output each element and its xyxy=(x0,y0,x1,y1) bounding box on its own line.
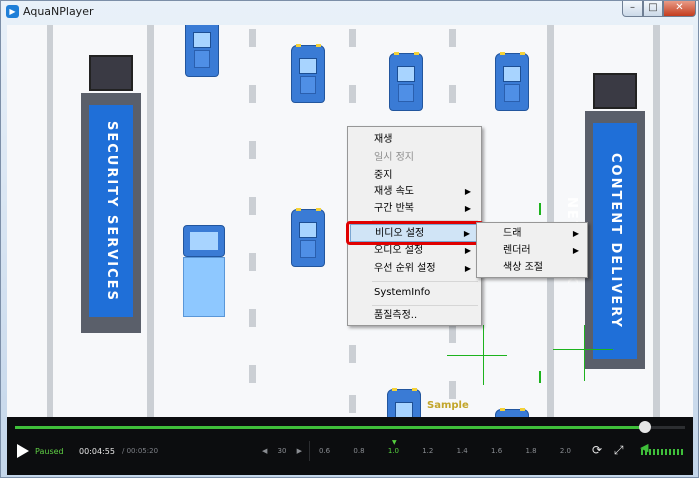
truck-left: SECURITY SERVICES xyxy=(81,55,141,333)
pickup-truck xyxy=(183,225,225,317)
menu-separator xyxy=(372,305,478,306)
crosshair xyxy=(584,325,585,381)
close-button[interactable]: ✕ xyxy=(663,1,696,17)
crosshair xyxy=(483,325,484,385)
menu-item-pause: 일시 정지 xyxy=(374,152,414,163)
submenu-arrow-icon: ▶ xyxy=(572,246,579,255)
car xyxy=(387,388,421,417)
maximize-button[interactable]: □ xyxy=(643,1,663,17)
app-icon: ▶ xyxy=(6,5,19,18)
truck-right: CONTENT DELIVERY NETWORK xyxy=(564,73,645,373)
crosshair xyxy=(553,349,613,350)
skip-control: ◀ 30 ▶ xyxy=(262,447,302,455)
skip-back-icon[interactable]: ◀ xyxy=(262,447,267,455)
submenu-arrow-icon: ▶ xyxy=(464,204,471,213)
speed-option-1.2[interactable]: 1.2 xyxy=(422,447,433,455)
total-time: / 00:05:20 xyxy=(122,447,159,455)
car xyxy=(291,208,325,267)
submenu-arrow-icon: ▶ xyxy=(464,187,471,196)
seek-knob[interactable] xyxy=(638,421,651,433)
car xyxy=(389,52,423,111)
crosshair xyxy=(447,355,507,356)
submenu-arrow-icon: ▶ xyxy=(464,264,471,273)
lane-line xyxy=(47,25,53,417)
play-icon[interactable] xyxy=(17,444,29,458)
marker xyxy=(539,371,541,383)
seek-bar[interactable] xyxy=(15,421,685,433)
speed-selector: 0.6 0.8 1.0 1.2 1.4 1.6 1.8 2.0 xyxy=(319,447,571,455)
lane-line xyxy=(653,25,660,417)
speed-option-1.4[interactable]: 1.4 xyxy=(457,447,468,455)
player-window: ▶ AquaNPlayer – □ ✕ SECURITY SERVICES CO… xyxy=(0,0,699,478)
submenu-item-driver[interactable]: 드래 ▶ xyxy=(479,225,587,243)
submenu-item-renderer[interactable]: 렌더러 ▶ xyxy=(479,242,587,260)
menu-item-play[interactable]: 재생 xyxy=(350,131,479,149)
speed-option-0.6[interactable]: 0.6 xyxy=(319,447,330,455)
playback-status: Paused xyxy=(35,447,64,456)
menu-separator xyxy=(372,281,478,282)
truck-right-text: CONTENT DELIVERY NETWORK xyxy=(564,123,637,359)
current-time: 00:04:55 xyxy=(79,447,115,456)
car xyxy=(185,25,219,77)
seek-progress xyxy=(15,426,645,429)
control-icons: ⟳ ⤢ xyxy=(592,443,624,458)
highlight-box xyxy=(346,221,484,245)
marker xyxy=(539,203,541,215)
menu-item-quality-measure[interactable]: 품질측정.. xyxy=(350,307,479,325)
menu-item-section-repeat[interactable]: 구간 반복 ▶ xyxy=(350,200,479,218)
truck-left-text: SECURITY SERVICES xyxy=(89,105,133,317)
window-title: AquaNPlayer xyxy=(23,5,94,18)
speed-option-1.6[interactable]: 1.6 xyxy=(491,447,502,455)
car xyxy=(495,408,529,417)
speed-option-1.0[interactable]: 1.0 xyxy=(388,447,399,455)
lane-line xyxy=(147,25,154,417)
title-bar[interactable]: ▶ AquaNPlayer – □ ✕ xyxy=(1,1,698,23)
video-settings-submenu: 드래 ▶ 렌더러 ▶ 색상 조절 xyxy=(476,222,588,278)
speed-option-2.0[interactable]: 2.0 xyxy=(560,447,571,455)
divider xyxy=(309,441,310,461)
minimize-button[interactable]: – xyxy=(622,1,643,17)
fullscreen-icon[interactable]: ⤢ xyxy=(614,443,624,457)
menu-item-priority-settings[interactable]: 우선 순위 설정 ▶ xyxy=(350,260,479,278)
speed-option-0.8[interactable]: 0.8 xyxy=(353,447,364,455)
skip-seconds: 30 xyxy=(277,447,287,455)
car xyxy=(495,52,529,111)
speed-option-1.8[interactable]: 1.8 xyxy=(525,447,536,455)
menu-item-systeminfo[interactable]: SystemInfo xyxy=(350,284,479,302)
volume-bar[interactable] xyxy=(641,449,685,455)
menu-item-playback-speed[interactable]: 재생 속도 ▶ xyxy=(350,183,479,201)
repeat-icon[interactable]: ⟳ xyxy=(592,443,602,457)
submenu-arrow-icon: ▶ xyxy=(572,229,579,238)
player-controls: Paused 00:04:55 / 00:05:20 ◀ 30 ▶ ▼ 0.6 0… xyxy=(7,417,693,475)
skip-forward-icon[interactable]: ▶ xyxy=(297,447,302,455)
watermark-text: Sample xyxy=(427,400,469,411)
submenu-item-color-adjust[interactable]: 색상 조절 xyxy=(479,259,587,277)
car xyxy=(291,44,325,103)
speed-marker-icon: ▼ xyxy=(392,439,397,446)
